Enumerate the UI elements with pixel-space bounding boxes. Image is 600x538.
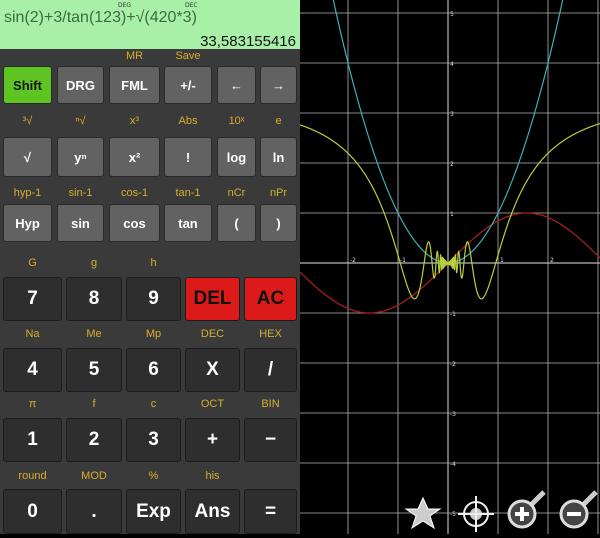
key-x[interactable]: X	[185, 348, 240, 392]
key-ans[interactable]: Ans	[185, 489, 240, 534]
shift-label: his	[205, 470, 220, 482]
key-hyp[interactable]: Hyp	[3, 204, 52, 242]
key-[interactable]: /	[244, 348, 297, 392]
key-[interactable]: =	[244, 489, 297, 534]
key-3[interactable]: 3	[126, 418, 181, 462]
deg-indicator: DEG	[118, 2, 132, 9]
y-tick-label: 2	[450, 161, 454, 168]
key-cos[interactable]: cos	[109, 204, 160, 242]
zoom-in-icon[interactable]	[507, 490, 546, 529]
y-tick-label: 5	[450, 11, 454, 18]
shift-label: e	[275, 115, 282, 127]
result-display: 33,583155416	[200, 33, 296, 50]
shift-label: MOD	[81, 470, 107, 482]
square-curve	[332, 0, 564, 264]
key-del[interactable]: DEL	[185, 277, 240, 321]
shift-label: h	[150, 257, 157, 269]
key-6[interactable]: 6	[126, 348, 181, 392]
star-icon[interactable]	[404, 496, 442, 530]
shift-label: OCT	[200, 398, 225, 410]
shift-label: x³	[129, 115, 140, 127]
shift-label: Abs	[178, 115, 198, 127]
dec-indicator: DEC	[185, 2, 198, 9]
shift-label: f	[92, 398, 96, 410]
key-drg[interactable]: DRG	[57, 66, 104, 104]
key-9[interactable]: 9	[126, 277, 181, 321]
shift-label: Na	[25, 328, 40, 340]
shift-label: DEC	[200, 328, 225, 340]
y-tick-label: -1	[450, 311, 456, 318]
shift-label: nCr	[227, 187, 246, 199]
shift-label: G	[28, 257, 37, 269]
key-tan[interactable]: tan	[164, 204, 212, 242]
x-tick-label: -1	[400, 257, 406, 264]
key-[interactable]: ←	[217, 66, 256, 104]
shift-label: round	[18, 470, 47, 482]
key-[interactable]: .	[66, 489, 122, 534]
key-x[interactable]: x²	[109, 137, 160, 177]
shift-label: sin-1	[68, 187, 93, 199]
display: DEG DEC sin(2)+3/tan(123)+√(420*3) 33,58…	[0, 0, 300, 50]
y-tick-label: -3	[450, 411, 456, 418]
y-tick-label: -2	[450, 361, 456, 368]
shift-label: tan-1	[175, 187, 201, 199]
key-[interactable]: −	[244, 418, 297, 462]
key-[interactable]: +/-	[164, 66, 212, 104]
key-0[interactable]: 0	[3, 489, 62, 534]
shift-label: 10ˣ	[228, 115, 245, 127]
shift-label: nPr	[269, 187, 288, 199]
key-fml[interactable]: FML	[109, 66, 160, 104]
shift-label: Me	[86, 328, 102, 340]
key-[interactable]: (	[217, 204, 256, 242]
key-y[interactable]: yⁿ	[57, 137, 104, 177]
y-tick-label: 3	[450, 111, 454, 118]
shift-label: Mp	[145, 328, 162, 340]
key-1[interactable]: 1	[3, 418, 62, 462]
key-7[interactable]: 7	[3, 277, 62, 321]
key-sin[interactable]: sin	[57, 204, 104, 242]
key-2[interactable]: 2	[66, 418, 122, 462]
shift-label: %	[148, 470, 159, 482]
shift-label: cos-1	[121, 187, 148, 199]
y-tick-label: -5	[450, 511, 456, 518]
graph-canvas[interactable]: -2 -1 1 2 5 4 3 2 1 -1 -2 -3 -4 -5	[297, 0, 600, 534]
y-tick-label: 1	[450, 211, 454, 218]
key-[interactable]: +	[185, 418, 240, 462]
shift-label: hyp-1	[13, 187, 42, 199]
shift-label: HEX	[259, 328, 282, 340]
key-shift[interactable]: Shift	[3, 66, 52, 104]
shift-label: ⁿ√	[75, 115, 86, 127]
shift-label: ³√	[22, 115, 33, 127]
shift-label: MR	[125, 50, 144, 62]
key-ln[interactable]: ln	[260, 137, 297, 177]
key-4[interactable]: 4	[3, 348, 62, 392]
key-log[interactable]: log	[217, 137, 256, 177]
center-target-icon[interactable]	[458, 496, 494, 532]
y-tick-label: -4	[450, 461, 456, 468]
shift-label: BIN	[261, 398, 280, 410]
key-[interactable]: )	[260, 204, 297, 242]
shift-label: Save	[175, 50, 201, 62]
key-ac[interactable]: AC	[244, 277, 297, 321]
shift-label: g	[90, 257, 98, 269]
graph-panel[interactable]: -2 -1 1 2 5 4 3 2 1 -1 -2 -3 -4 -5	[297, 0, 600, 534]
x-tick-label: -2	[350, 257, 356, 264]
key-5[interactable]: 5	[66, 348, 122, 392]
key-[interactable]: !	[164, 137, 212, 177]
expression-display[interactable]: sin(2)+3/tan(123)+√(420*3)	[4, 9, 197, 27]
key-[interactable]: →	[260, 66, 297, 104]
zoom-out-icon[interactable]	[559, 490, 598, 529]
y-tick-label: 4	[450, 61, 454, 68]
key-[interactable]: √	[3, 137, 52, 177]
shift-label: c	[150, 398, 157, 410]
x-tick-label: 2	[550, 257, 554, 264]
calculator-panel: DEG DEC sin(2)+3/tan(123)+√(420*3) 33,58…	[0, 0, 300, 534]
key-exp[interactable]: Exp	[126, 489, 181, 534]
x-tick-label: 1	[500, 257, 504, 264]
shift-label: π	[28, 398, 37, 410]
key-8[interactable]: 8	[66, 277, 122, 321]
